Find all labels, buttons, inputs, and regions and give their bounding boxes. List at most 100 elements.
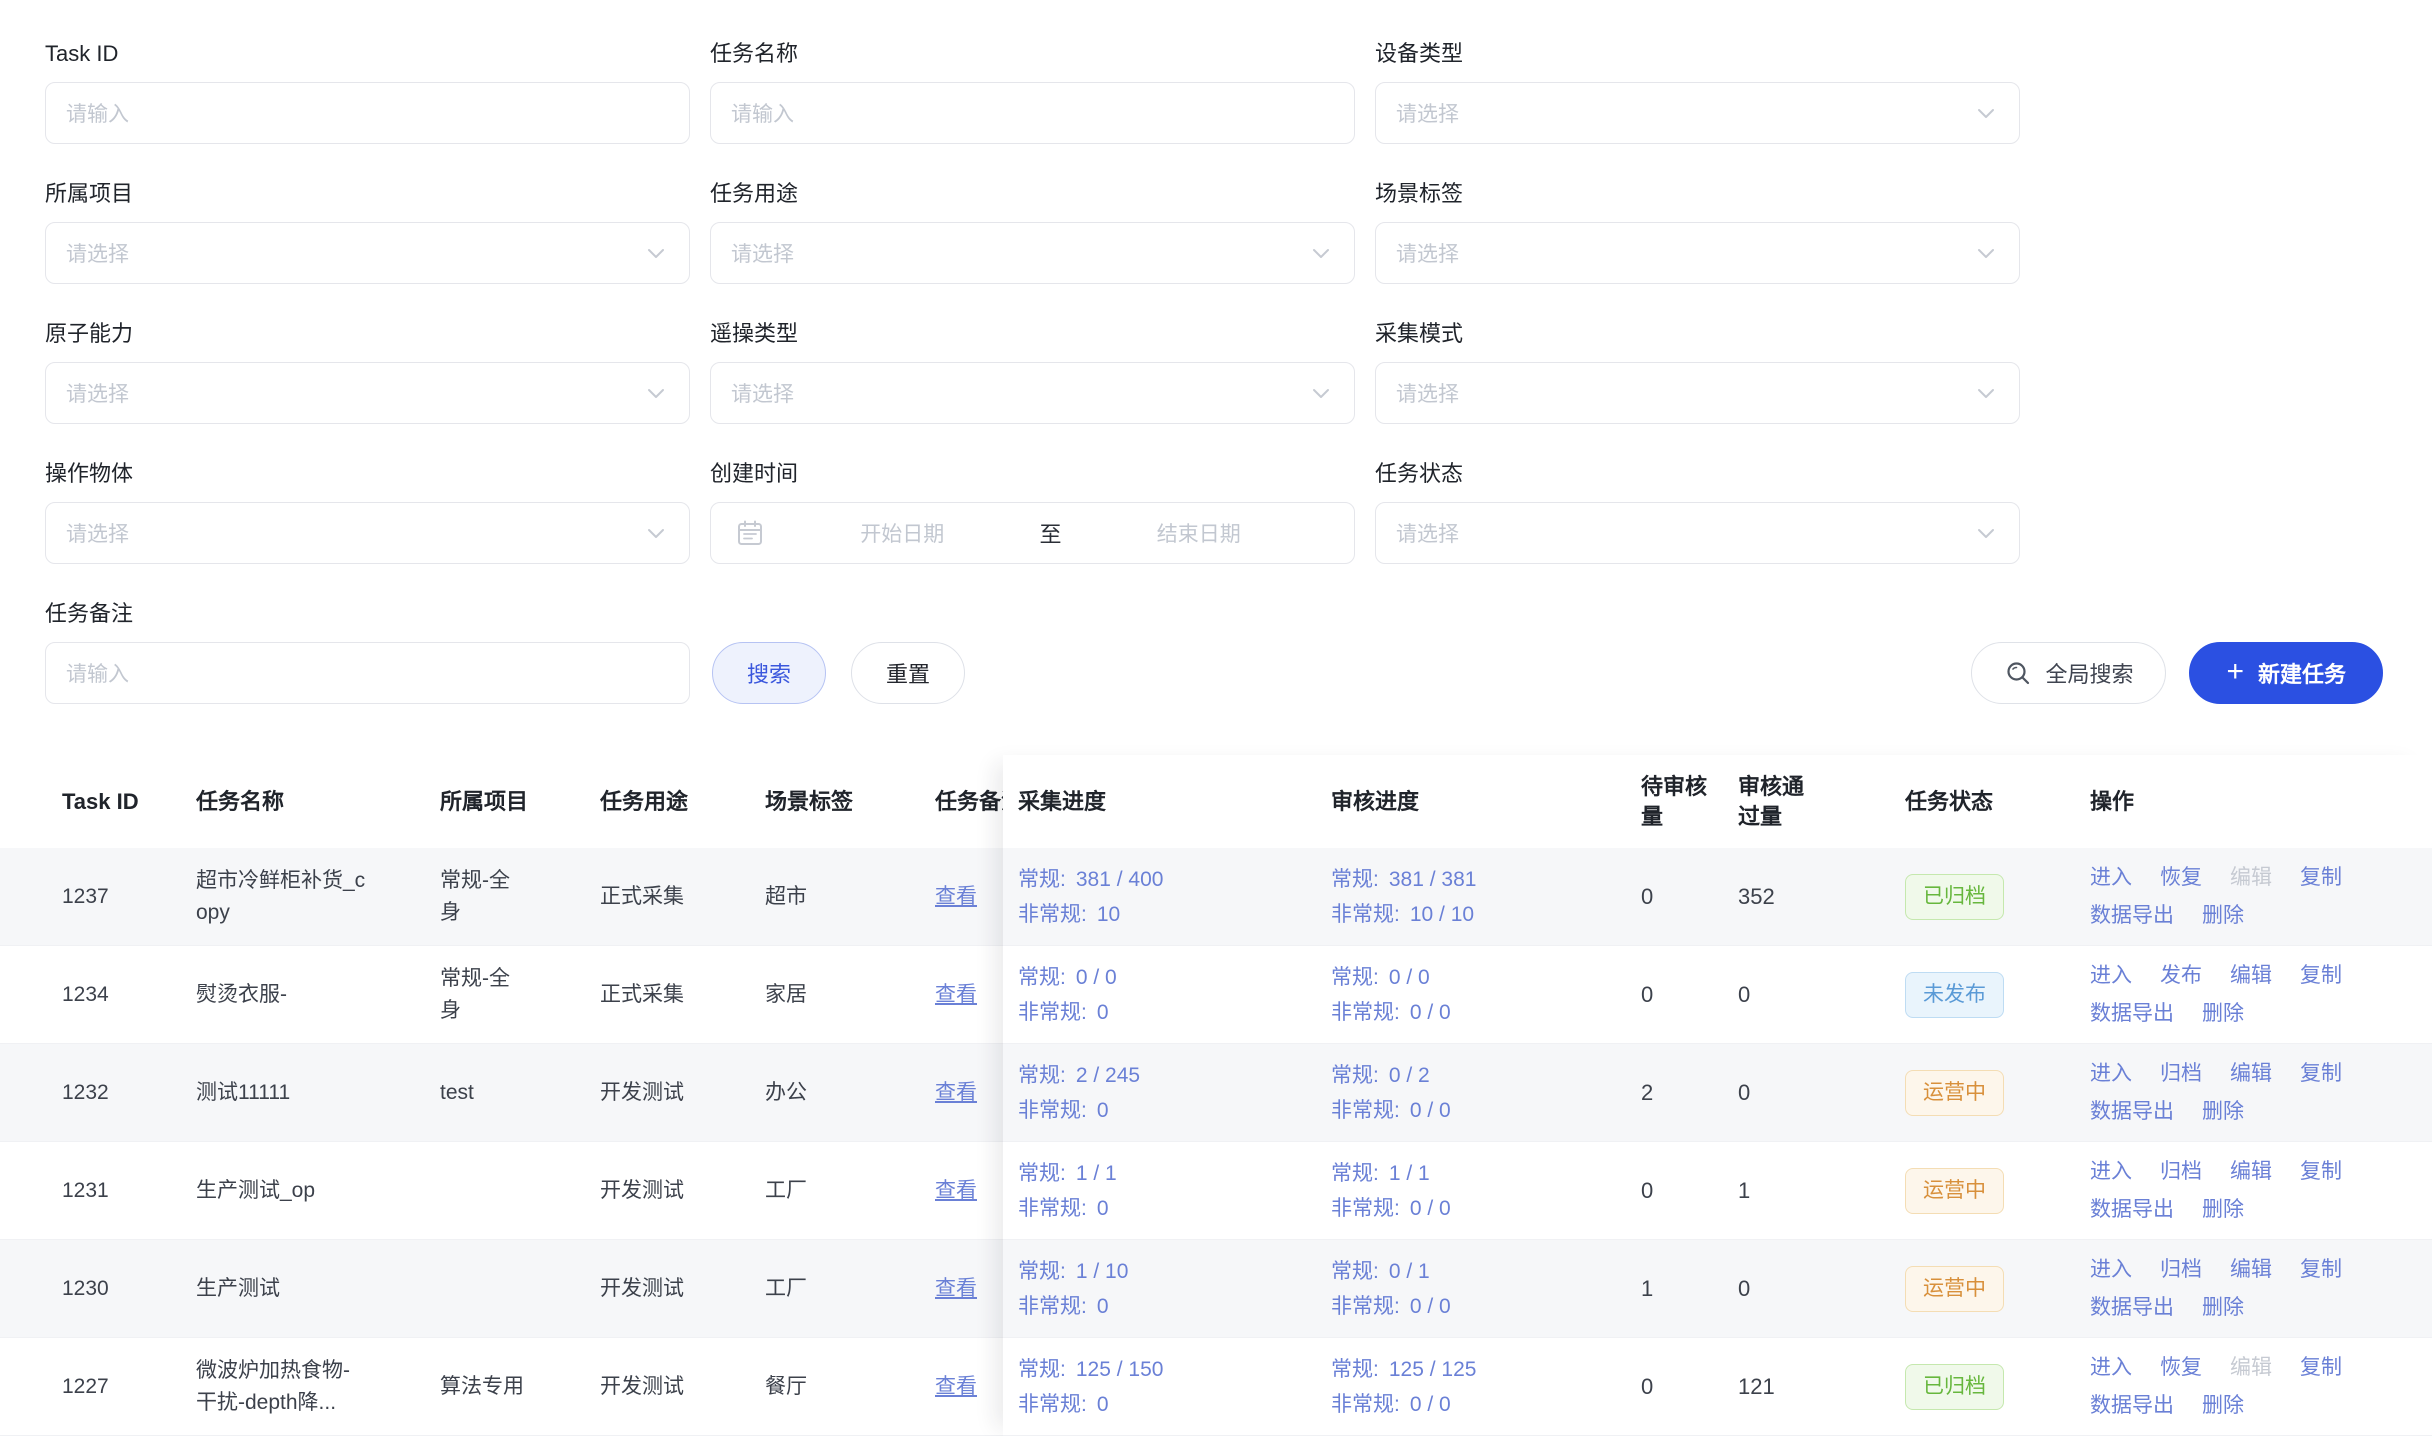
view-remark-link[interactable]: 查看	[935, 1375, 977, 1398]
text-input[interactable]: 请输入	[710, 82, 1355, 144]
progress-label: 常规:	[1018, 966, 1066, 989]
action-link-1[interactable]: 恢复	[2160, 1350, 2202, 1386]
select-placeholder: 请选择	[731, 238, 794, 268]
action-link-0[interactable]: 进入	[2090, 1056, 2132, 1092]
global-search-label: 全局搜索	[2045, 657, 2133, 689]
progress-value: 0 / 0	[1410, 1197, 1451, 1220]
action-link-0[interactable]: 进入	[2090, 1350, 2132, 1386]
abnormal-progress: 非常规:0	[1018, 995, 1331, 1030]
search-button[interactable]: 搜索	[712, 642, 826, 704]
progress-label: 常规:	[1331, 1358, 1379, 1381]
progress-value: 0 / 2	[1389, 1064, 1430, 1087]
action-link-2[interactable]: 编辑	[2230, 1252, 2272, 1288]
action-link-1[interactable]: 归档	[2160, 1056, 2202, 1092]
task-management-page: Task ID请输入任务名称请输入设备类型请选择所属项目请选择任务用途请选择场景…	[0, 0, 2432, 1436]
purpose-cell: 开发测试	[600, 1371, 765, 1403]
action-link-5[interactable]: 删除	[2202, 1192, 2244, 1228]
action-link-4[interactable]: 数据导出	[2090, 1192, 2174, 1228]
progress-value: 125 / 150	[1076, 1358, 1164, 1381]
field-label: 任务状态	[1375, 460, 2020, 488]
select-input[interactable]: 请选择	[1375, 362, 2020, 424]
view-remark-link[interactable]: 查看	[935, 1277, 977, 1300]
select-input[interactable]: 请选择	[45, 362, 690, 424]
action-link-0[interactable]: 进入	[2090, 1154, 2132, 1190]
text-input[interactable]: 请输入	[45, 82, 690, 144]
global-search-button[interactable]: 全局搜索	[1971, 642, 2166, 704]
abnormal-progress: 非常规:10 / 10	[1331, 897, 1641, 932]
action-link-5[interactable]: 删除	[2202, 1094, 2244, 1130]
create-task-button[interactable]: + 新建任务	[2189, 642, 2383, 704]
filter-field-5: 场景标签请选择	[1375, 180, 2020, 284]
action-link-1[interactable]: 归档	[2160, 1252, 2202, 1288]
chevron-down-icon	[1973, 520, 1999, 546]
abnormal-progress: 非常规:0 / 0	[1331, 1289, 1641, 1324]
field-label: 采集模式	[1375, 320, 2020, 348]
actions-cell: 进入发布编辑复制数据导出删除	[2090, 958, 2402, 1032]
status-badge: 已归档	[1905, 1364, 2004, 1410]
action-link-1[interactable]: 恢复	[2160, 860, 2202, 896]
action-link-3[interactable]: 复制	[2300, 1350, 2342, 1386]
progress-cell: 常规:381 / 400非常规:10	[1018, 862, 1331, 932]
action-link-4[interactable]: 数据导出	[2090, 1094, 2174, 1130]
view-remark-link[interactable]: 查看	[935, 1179, 977, 1202]
purpose-cell: 开发测试	[600, 1077, 765, 1109]
view-remark-link[interactable]: 查看	[935, 885, 977, 908]
table-row-fixed: 常规:381 / 400非常规:10常规:381 / 381非常规:10 / 1…	[1003, 848, 2432, 946]
scene-cell: 工厂	[765, 1175, 935, 1207]
action-link-1[interactable]: 归档	[2160, 1154, 2202, 1190]
action-link-2[interactable]: 编辑	[2230, 1154, 2272, 1190]
task-name-cell: 超市冷鲜柜补货_copy	[196, 865, 440, 929]
text-input[interactable]: 请输入	[45, 642, 690, 704]
action-link-3[interactable]: 复制	[2300, 1154, 2342, 1190]
progress-value: 0 / 0	[1410, 1393, 1451, 1416]
passed-count-cell: 0	[1738, 1077, 1822, 1109]
action-link-5[interactable]: 删除	[2202, 996, 2244, 1032]
progress-value: 0 / 0	[1076, 966, 1117, 989]
reset-button[interactable]: 重置	[851, 642, 965, 704]
date-range-input[interactable]: 开始日期至结束日期	[710, 502, 1355, 564]
select-input[interactable]: 请选择	[45, 502, 690, 564]
action-link-3[interactable]: 复制	[2300, 860, 2342, 896]
action-link-0[interactable]: 进入	[2090, 958, 2132, 994]
select-input[interactable]: 请选择	[45, 222, 690, 284]
action-link-4[interactable]: 数据导出	[2090, 996, 2174, 1032]
action-link-4[interactable]: 数据导出	[2090, 898, 2174, 934]
action-link-0[interactable]: 进入	[2090, 1252, 2132, 1288]
action-link-3[interactable]: 复制	[2300, 1056, 2342, 1092]
select-input[interactable]: 请选择	[710, 222, 1355, 284]
select-placeholder: 请选择	[1396, 518, 1459, 548]
progress-cell: 常规:381 / 381非常规:10 / 10	[1331, 862, 1641, 932]
progress-cell: 常规:1 / 1非常规:0	[1018, 1156, 1331, 1226]
table-toolbar: 全局搜索 + 新建任务	[1971, 642, 2383, 704]
status-cell: 运营中	[1905, 1070, 2090, 1116]
action-link-5[interactable]: 删除	[2202, 898, 2244, 934]
select-input[interactable]: 请选择	[1375, 82, 2020, 144]
column-header: 任务备注	[935, 787, 1003, 817]
action-link-0[interactable]: 进入	[2090, 860, 2132, 896]
action-link-4[interactable]: 数据导出	[2090, 1290, 2174, 1326]
calendar-icon	[735, 518, 765, 548]
view-remark-link[interactable]: 查看	[935, 983, 977, 1006]
select-input[interactable]: 请选择	[1375, 222, 2020, 284]
table-row-fixed: 常规:1 / 10非常规:0常规:0 / 1非常规:0 / 010运营中进入归档…	[1003, 1240, 2432, 1338]
normal-progress: 常规:0 / 0	[1331, 960, 1641, 995]
action-link-1[interactable]: 发布	[2160, 958, 2202, 994]
action-link-4[interactable]: 数据导出	[2090, 1388, 2174, 1424]
action-link-5[interactable]: 删除	[2202, 1388, 2244, 1424]
progress-value: 381 / 381	[1389, 868, 1477, 891]
action-link-3[interactable]: 复制	[2300, 1252, 2342, 1288]
progress-label: 非常规:	[1018, 1295, 1087, 1318]
remark-cell: 查看	[935, 1077, 1003, 1109]
status-cell: 运营中	[1905, 1266, 2090, 1312]
select-input[interactable]: 请选择	[710, 362, 1355, 424]
task-id-cell: 1234	[0, 979, 196, 1011]
remark-cell: 查看	[935, 1371, 1003, 1403]
action-link-5[interactable]: 删除	[2202, 1290, 2244, 1326]
select-input[interactable]: 请选择	[1375, 502, 2020, 564]
action-link-2[interactable]: 编辑	[2230, 1056, 2272, 1092]
view-remark-link[interactable]: 查看	[935, 1081, 977, 1104]
filter-field-7: 遥操类型请选择	[710, 320, 1355, 424]
action-link-2[interactable]: 编辑	[2230, 958, 2272, 994]
normal-progress: 常规:1 / 10	[1018, 1254, 1331, 1289]
action-link-3[interactable]: 复制	[2300, 958, 2342, 994]
